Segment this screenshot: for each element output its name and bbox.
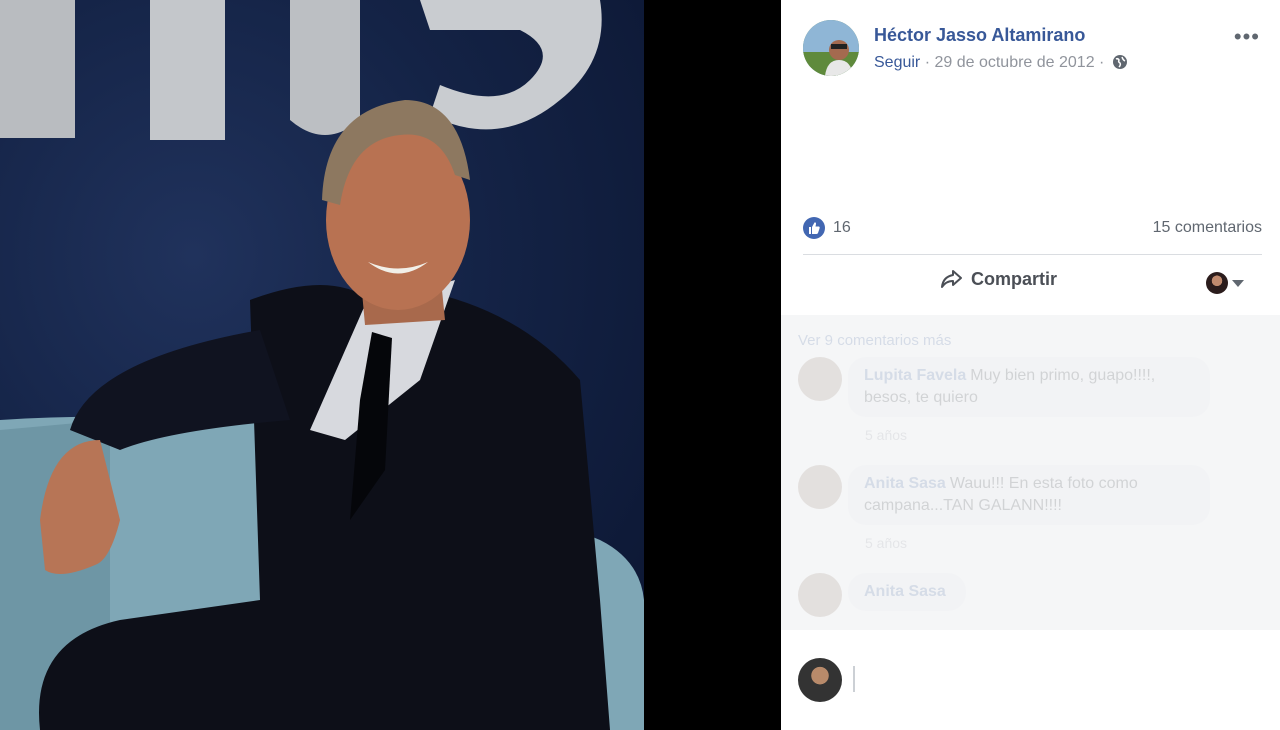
- share-arrow-icon: [941, 270, 962, 288]
- comment-avatar[interactable]: [798, 573, 842, 617]
- meta-separator-2: ·: [1094, 54, 1109, 71]
- post-date[interactable]: 29 de octubre de 2012: [934, 54, 1094, 71]
- comment-avatar[interactable]: [798, 357, 842, 401]
- post-header: Héctor Jasso Altamirano Seguir · 29 de o…: [803, 20, 1280, 80]
- post-actions: Compartir: [781, 260, 1280, 306]
- comment-bubble: Anita Sasa: [848, 573, 966, 611]
- divider: [803, 254, 1262, 255]
- comment-avatar[interactable]: [798, 465, 842, 509]
- author-avatar[interactable]: [803, 20, 859, 76]
- comment-bubble: Anita Sasa Wauu!!! En esta foto como camp…: [848, 465, 1210, 525]
- like-icon[interactable]: [803, 217, 825, 239]
- post-side-panel: Héctor Jasso Altamirano Seguir · 29 de o…: [781, 0, 1280, 730]
- chevron-down-icon: [1232, 279, 1244, 287]
- post-meta: Seguir · 29 de octubre de 2012 ·: [874, 54, 1128, 75]
- like-count[interactable]: 16: [833, 219, 851, 237]
- more-options-icon[interactable]: •••: [1234, 24, 1260, 50]
- comments-count[interactable]: 15 comentarios: [1153, 219, 1262, 237]
- comment-time[interactable]: 5 años: [865, 535, 907, 551]
- composer-avatar: [798, 658, 842, 702]
- viewer-avatar: [1206, 272, 1228, 294]
- comments-faded-list: Ver 9 comentarios más Lupita Favela Muy b…: [781, 315, 1280, 630]
- author-name[interactable]: Héctor Jasso Altamirano: [874, 25, 1085, 46]
- post-photo[interactable]: [0, 0, 644, 730]
- comment-author[interactable]: Anita Sasa: [864, 583, 946, 600]
- follow-link[interactable]: Seguir: [874, 54, 920, 71]
- share-label: Compartir: [971, 269, 1058, 289]
- photo-viewer: [0, 0, 780, 730]
- author-avatar-image: [803, 20, 859, 76]
- share-button[interactable]: Compartir: [939, 268, 1057, 290]
- viewer-selector[interactable]: [1206, 272, 1244, 294]
- comment-bubble: Lupita Favela Muy bien primo, guapo!!!!, …: [848, 357, 1210, 417]
- comment-author[interactable]: Anita Sasa: [864, 475, 946, 492]
- comments-section: Ver 9 comentarios más Lupita Favela Muy b…: [781, 315, 1280, 630]
- photo-illustration: [0, 0, 644, 730]
- comment-input[interactable]: [853, 666, 855, 692]
- meta-separator: ·: [920, 54, 935, 71]
- reactions-bar: 16 15 comentarios: [803, 215, 1262, 241]
- globe-icon: [1112, 54, 1128, 75]
- comment-time[interactable]: 5 años: [865, 427, 907, 443]
- view-more-comments[interactable]: Ver 9 comentarios más: [798, 332, 951, 349]
- comment-author[interactable]: Lupita Favela: [864, 367, 966, 384]
- comment-composer: [781, 630, 1280, 730]
